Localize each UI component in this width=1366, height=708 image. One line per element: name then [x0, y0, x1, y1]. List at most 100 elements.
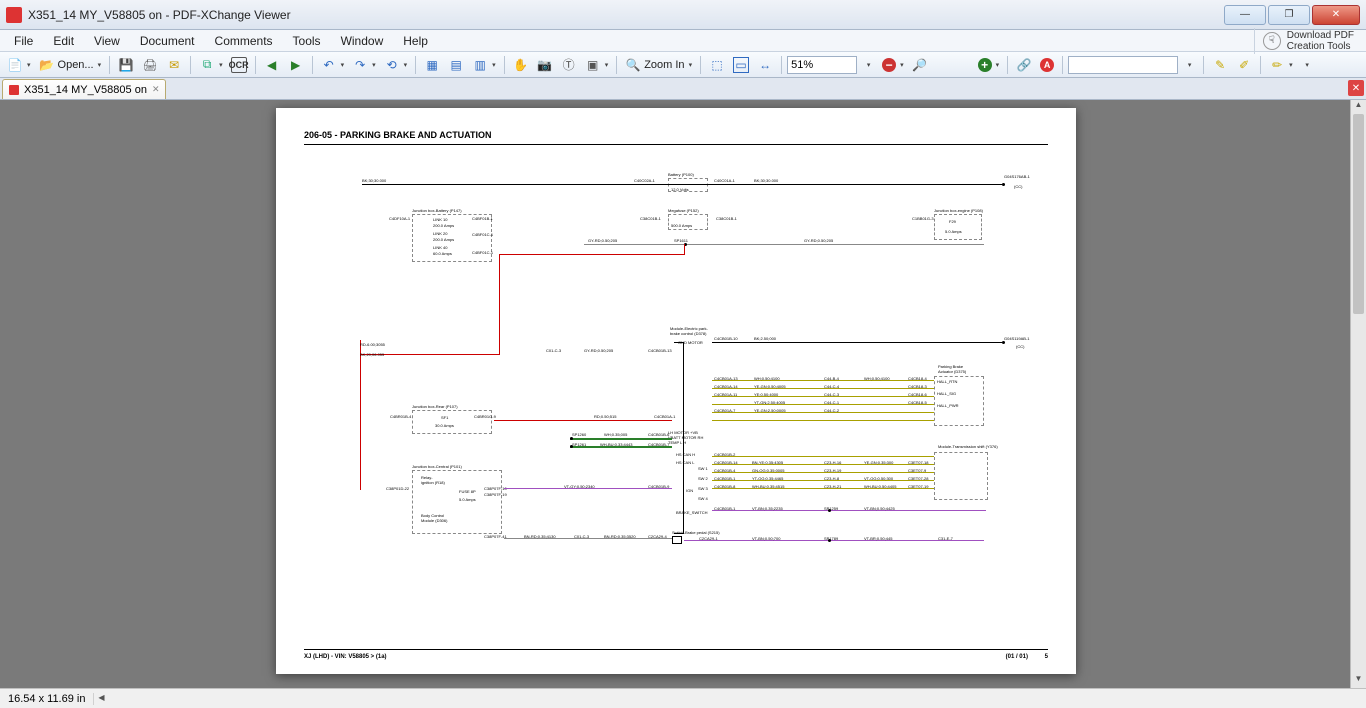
wire-rd-rear	[494, 420, 672, 421]
layout2-button[interactable]: ▤	[445, 55, 467, 75]
zoom-level-input[interactable]	[787, 56, 857, 74]
wl: WH;0.35;005	[604, 432, 627, 437]
wire-red-v1	[499, 254, 500, 354]
fit-width-button[interactable]: ↔	[754, 55, 776, 75]
hand-tool-button[interactable]: ✋	[510, 55, 532, 75]
menu-edit[interactable]: Edit	[43, 32, 84, 50]
footer-page: (01 / 01)	[1006, 654, 1028, 660]
wire-can-h	[570, 438, 672, 440]
scroll-down-icon[interactable]: ▼	[1351, 674, 1366, 688]
wire-label: C38C01B-1	[716, 216, 737, 221]
tab-close-icon[interactable]: ✕	[152, 84, 160, 95]
l: 5.0 Amps	[945, 229, 962, 234]
wire-m3	[712, 472, 934, 473]
scroll-left-icon[interactable]: ◀	[94, 693, 108, 702]
zoom-in-button[interactable]: 🔍Zoom In▾	[622, 55, 695, 75]
fit-page-button[interactable]: ▭	[730, 55, 752, 75]
maximize-button[interactable]: ❐	[1268, 5, 1310, 25]
email-button[interactable]: ✉	[163, 55, 185, 75]
snapshot-button[interactable]: 📷	[534, 55, 556, 75]
close-all-tabs-button[interactable]: ✕	[1348, 80, 1364, 96]
wire-label: C4CB01B-10	[714, 336, 738, 341]
wire-bk-gnd	[712, 342, 1002, 343]
wl: WH;0.50;4100	[754, 376, 780, 381]
layout-icon: ▦	[424, 57, 440, 73]
print-button[interactable]: 🖨	[139, 55, 161, 75]
highlight2-button[interactable]: ✐	[1233, 55, 1255, 75]
scroll-up-icon[interactable]: ▲	[1351, 100, 1366, 114]
close-button[interactable]: ✕	[1312, 5, 1360, 25]
open-button[interactable]: 📂Open...▾	[36, 55, 105, 75]
document-viewport[interactable]: 206-05 - PARKING BRAKE AND ACTUATION Bat…	[0, 100, 1366, 688]
search-drop-button[interactable]: ▾	[1180, 55, 1198, 75]
rotate-ccw-button[interactable]: ⟲▾	[381, 55, 411, 75]
wl: C4CB01B-4	[714, 468, 735, 473]
menu-view[interactable]: View	[84, 32, 130, 50]
marker-button[interactable]: ✏▾	[1266, 55, 1296, 75]
ocr-button[interactable]: OCR	[228, 55, 250, 75]
fit-actual-button[interactable]: ⬚	[706, 55, 728, 75]
link-tool-button[interactable]: 🔗	[1013, 55, 1035, 75]
undo-button[interactable]: ↶▾	[318, 55, 348, 75]
zoom-out-button[interactable]: −▾	[879, 55, 907, 75]
minimize-button[interactable]: —	[1224, 5, 1266, 25]
marker2-button[interactable]: ▾	[1298, 55, 1316, 75]
wire-m4	[712, 480, 934, 481]
wl: VT-GY;0.50;2340	[564, 484, 595, 489]
wl: C4CB01A-1	[654, 414, 675, 419]
ask-button[interactable]: A	[1037, 55, 1057, 75]
nav-fwd-button[interactable]: ▶	[285, 55, 307, 75]
layout3-icon: ▥	[472, 57, 488, 73]
wl: C01-C-3	[546, 348, 561, 353]
scroll-thumb[interactable]	[1353, 114, 1364, 314]
vertical-scrollbar[interactable]: ▲ ▼	[1350, 100, 1366, 688]
wl: C23-H-8	[824, 476, 839, 481]
can-pin	[570, 445, 573, 448]
search-input[interactable]	[1068, 56, 1178, 74]
wl: SP1789	[824, 536, 838, 541]
new-button[interactable]: 📄▾	[4, 55, 34, 75]
layout1-button[interactable]: ▦	[421, 55, 443, 75]
l: (CC)	[1016, 344, 1024, 349]
scan-button[interactable]: ⧉▾	[196, 55, 226, 75]
highlight1-button[interactable]: ✎	[1209, 55, 1231, 75]
wl: BN-RD;0.35;4130	[524, 534, 556, 539]
save-button[interactable]: 💾	[115, 55, 137, 75]
wl: YE-GN;2.50;0005	[754, 408, 786, 413]
tab-label: X351_14 MY_V58805 on	[24, 84, 147, 96]
loupe-button[interactable]: 🔎	[909, 55, 931, 75]
wl: C4CB01B-9	[648, 484, 669, 489]
toolbar: 📄▾ 📂Open...▾ 💾 🖨 ✉ ⧉▾ OCR ◀ ▶ ↶▾ ↷▾ ⟲▾ ▦…	[0, 52, 1366, 78]
window-controls: — ❐ ✕	[1222, 5, 1360, 25]
l: FUSE 8P	[459, 489, 476, 494]
menu-file[interactable]: File	[4, 32, 43, 50]
hand-cursor-icon: ☟	[1263, 32, 1281, 50]
ground-pin	[1002, 341, 1005, 344]
select-tool-button[interactable]: Ⓣ	[558, 55, 580, 75]
hand-icon: ✋	[513, 57, 529, 73]
label-battery: Battery (P100)	[668, 172, 694, 177]
document-tab[interactable]: X351_14 MY_V58805 on ✕	[2, 79, 166, 99]
select-tool2-button[interactable]: ▣▾	[582, 55, 612, 75]
horizontal-scrollbar[interactable]: ◀	[94, 691, 1366, 707]
splice-pin	[828, 539, 831, 542]
jb-engine-box: F29 5.0 Amps	[934, 214, 982, 240]
layout3-button[interactable]: ▥▾	[469, 55, 499, 75]
zoom-drop-button[interactable]: ▾	[859, 55, 877, 75]
zoom-plus-button[interactable]: +▾	[975, 55, 1003, 75]
ground-pin	[1002, 183, 1005, 186]
wl: C44-C-3	[824, 392, 839, 397]
wl: SP1260	[572, 432, 586, 437]
nav-back-button[interactable]: ◀	[261, 55, 283, 75]
download-pdf-tools-button[interactable]: ☟ Download PDF Creation Tools	[1254, 28, 1362, 54]
menu-window[interactable]: Window	[331, 32, 394, 50]
menu-comments[interactable]: Comments	[205, 32, 283, 50]
menu-document[interactable]: Document	[130, 32, 205, 50]
status-bar: 16.54 x 11.69 in ◀	[0, 688, 1366, 708]
menu-help[interactable]: Help	[393, 32, 438, 50]
wl: C44-B-4	[824, 376, 839, 381]
wire-label: C4BF01C-1	[472, 232, 493, 237]
wl: C4CB18-3	[908, 384, 927, 389]
menu-tools[interactable]: Tools	[283, 32, 331, 50]
redo-button[interactable]: ↷▾	[349, 55, 379, 75]
